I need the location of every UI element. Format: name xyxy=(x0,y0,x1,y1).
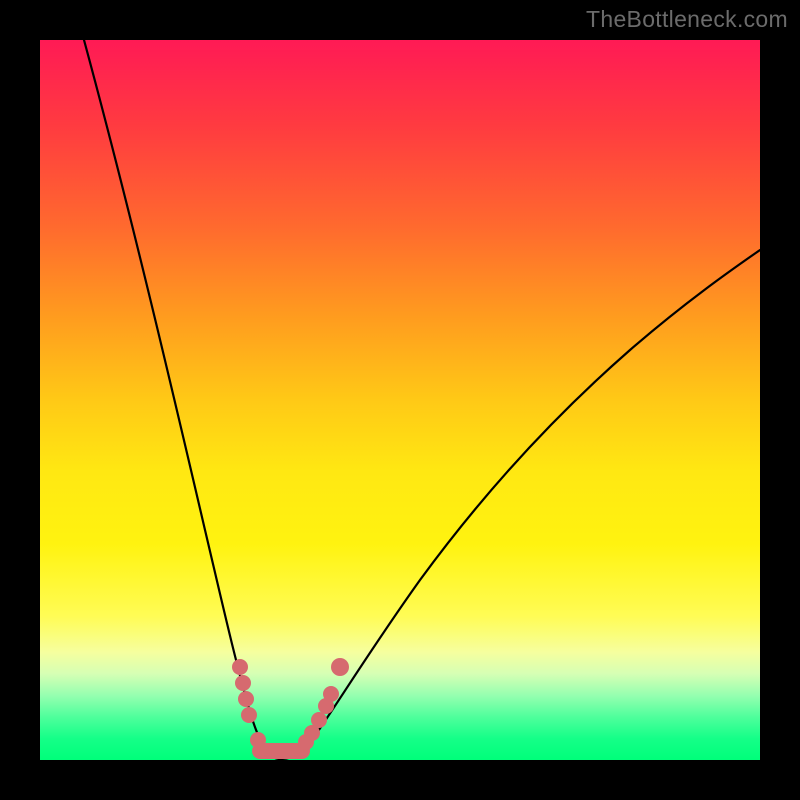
marker-dot xyxy=(250,732,266,748)
marker-dot xyxy=(331,658,349,676)
curve-right-branch xyxy=(280,250,760,759)
marker-dot xyxy=(241,707,257,723)
plot-area xyxy=(40,40,760,760)
marker-dot xyxy=(235,675,251,691)
curve-left-branch xyxy=(84,40,280,759)
watermark-text: TheBottleneck.com xyxy=(586,6,788,33)
curve-layer xyxy=(40,40,760,760)
marker-cluster xyxy=(232,658,349,759)
marker-dot xyxy=(238,691,254,707)
marker-dot xyxy=(232,659,248,675)
chart-frame: TheBottleneck.com xyxy=(0,0,800,800)
marker-dot xyxy=(323,686,339,702)
marker-dot xyxy=(311,712,327,728)
